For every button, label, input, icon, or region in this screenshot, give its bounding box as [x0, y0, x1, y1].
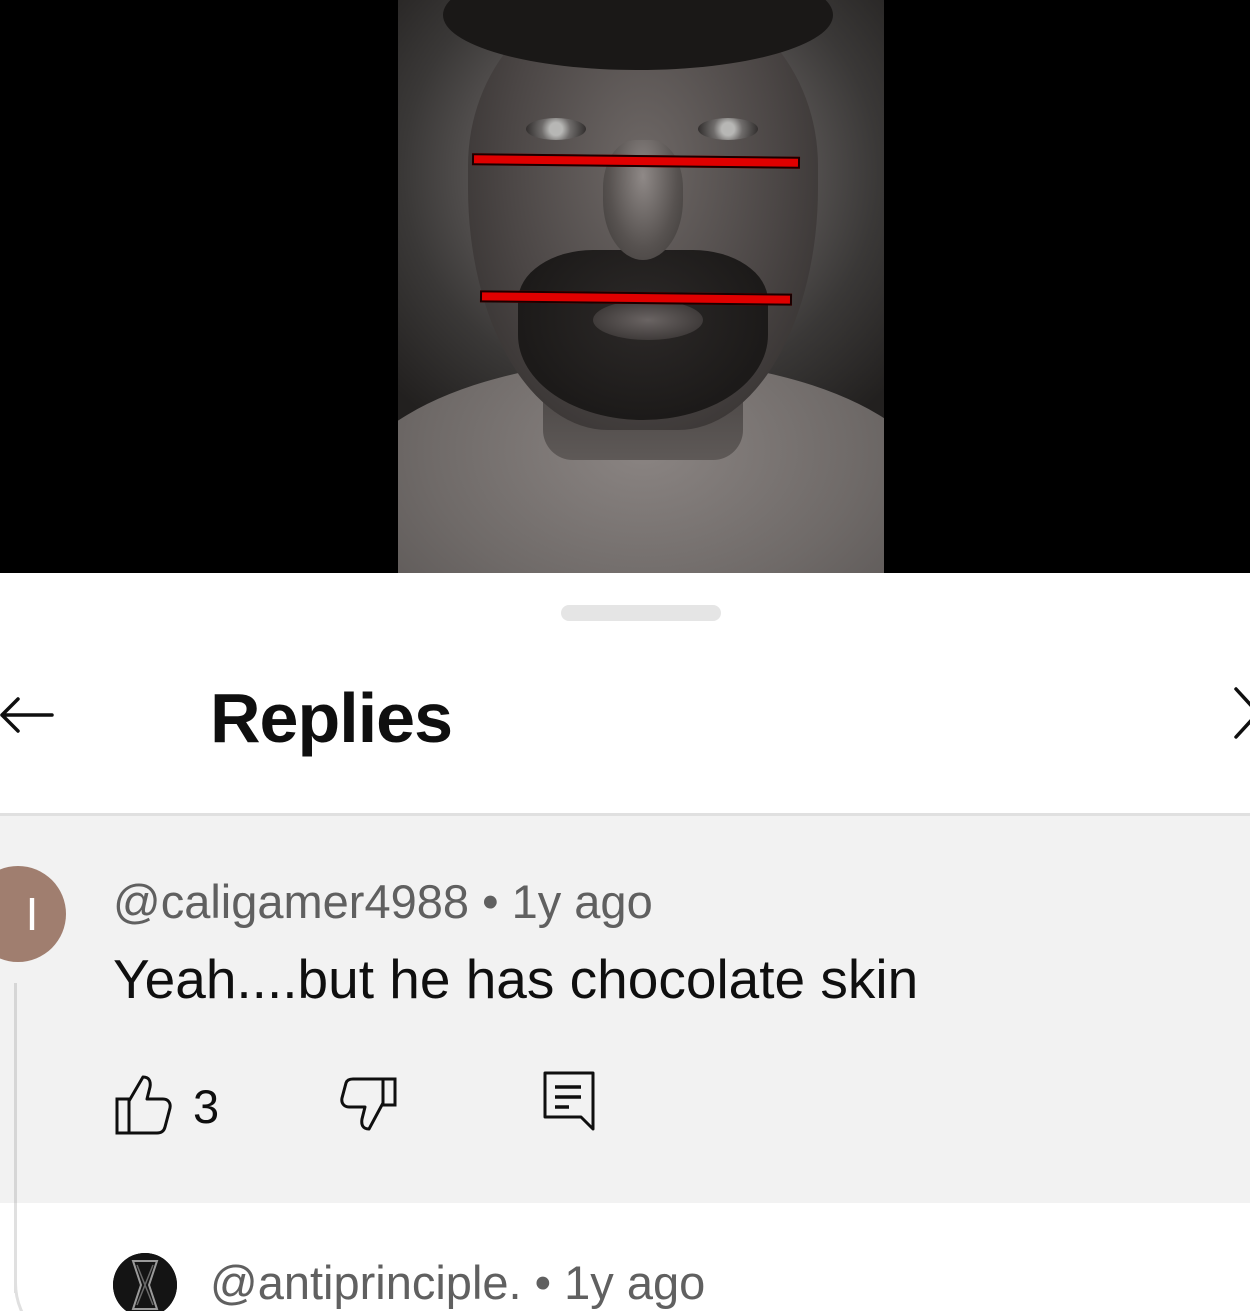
avatar[interactable]: I [0, 866, 66, 962]
subject-lips [593, 300, 703, 340]
close-button[interactable] [1228, 683, 1250, 743]
avatar[interactable] [113, 1253, 177, 1311]
reply-comment: @antiprinciple. • 1y ago [0, 1203, 1250, 1311]
comment-author[interactable]: @caligamer4988 [113, 875, 469, 928]
panel-title: Replies [210, 679, 453, 757]
comment-text: Yeah....but he has chocolate skin [113, 948, 919, 1010]
thread-line [14, 983, 17, 1203]
like-button[interactable] [113, 1071, 173, 1141]
thumbs-down-icon [340, 1077, 397, 1131]
close-icon [1234, 687, 1250, 739]
avatar-letter: I [25, 888, 39, 940]
video-frame [398, 0, 884, 573]
comment-icon [543, 1071, 595, 1131]
reply-button[interactable] [541, 1067, 601, 1137]
video-player[interactable] [0, 0, 1250, 573]
arrow-left-icon [0, 697, 54, 733]
parent-comment: I @caligamer4988 • 1y ago Yeah....but he… [0, 816, 1250, 1203]
like-count: 3 [193, 1080, 220, 1133]
avatar-image [113, 1253, 177, 1311]
subject-left-eye [526, 118, 586, 140]
meta-separator: • [469, 875, 512, 928]
reply-age: 1y ago [564, 1256, 706, 1309]
drag-handle[interactable] [561, 605, 721, 621]
comment-meta: @caligamer4988 • 1y ago [113, 874, 653, 930]
thumbs-up-icon [115, 1075, 172, 1135]
reply-meta: @antiprinciple. • 1y ago [210, 1255, 705, 1311]
meta-separator: • [521, 1256, 565, 1309]
back-button[interactable] [0, 673, 60, 733]
shorts-comments-screen: Replies I @caligamer4988 • 1y ago Yeah..… [0, 0, 1250, 1311]
subject-right-eye [698, 118, 758, 140]
replies-sheet: Replies I @caligamer4988 • 1y ago Yeah..… [0, 573, 1250, 1311]
comment-age: 1y ago [511, 875, 653, 928]
dislike-button[interactable] [339, 1071, 399, 1141]
reply-author[interactable]: @antiprinciple. [210, 1256, 522, 1309]
comment-actions: 3 [113, 1071, 713, 1141]
